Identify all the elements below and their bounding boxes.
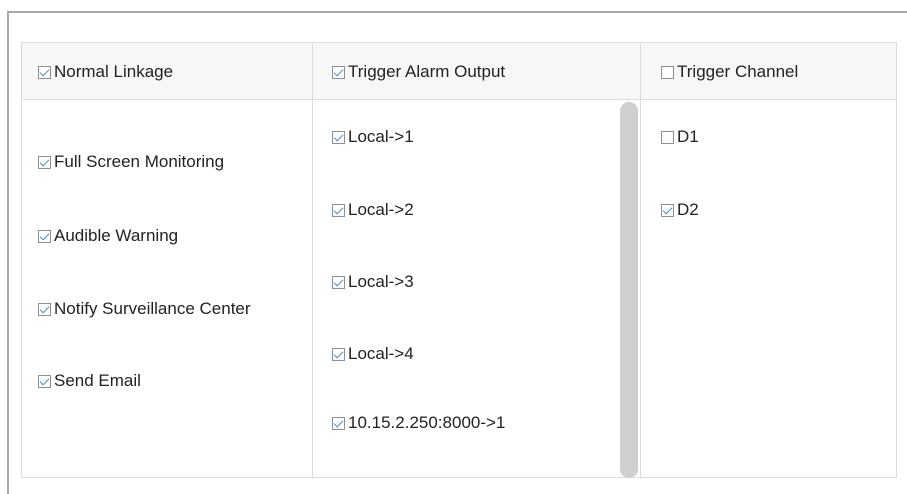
checkbox-icon [38,229,51,243]
full-screen-monitoring-checkbox[interactable]: Full Screen Monitoring [38,152,224,172]
channel-d2-label: D2 [677,200,699,219]
normal-linkage-label: Normal Linkage [54,62,174,81]
checkbox-icon [332,347,345,361]
checkbox-icon [661,203,674,217]
checkbox-icon [332,275,345,289]
trigger-alarm-output-label: Trigger Alarm Output [348,62,506,81]
alarm-output-remote-checkbox[interactable]: 10.15.2.250:8000->1 [332,413,505,433]
alarm-output-local-1-checkbox[interactable]: Local->1 [332,127,414,147]
checkbox-icon [661,65,674,79]
checkbox-icon [38,65,51,79]
send-email-label: Send Email [54,371,141,390]
channel-d1-label: D1 [677,127,699,146]
channel-d2-checkbox[interactable]: D2 [661,200,699,220]
checkbox-icon [332,65,345,79]
normal-linkage-checkbox[interactable]: Normal Linkage [38,62,173,82]
normal-linkage-column: Normal Linkage Full Screen Monitoring Au… [22,43,312,477]
trigger-channel-header: Trigger Channel [641,43,896,100]
notify-surveillance-center-label: Notify Surveillance Center [54,299,251,318]
trigger-channel-checkbox[interactable]: Trigger Channel [661,62,798,82]
trigger-alarm-output-column: Trigger Alarm Output Local->1 Local->2 L… [312,43,641,477]
linkage-table: Normal Linkage Full Screen Monitoring Au… [21,42,897,478]
alarm-output-local-2-label: Local->2 [348,200,414,219]
alarm-output-local-2-checkbox[interactable]: Local->2 [332,200,414,220]
alarm-output-local-4-checkbox[interactable]: Local->4 [332,344,414,364]
send-email-checkbox[interactable]: Send Email [38,371,141,391]
trigger-alarm-output-checkbox[interactable]: Trigger Alarm Output [332,62,505,82]
notify-surveillance-center-checkbox[interactable]: Notify Surveillance Center [38,299,251,319]
trigger-alarm-output-header: Trigger Alarm Output [313,43,641,100]
checkbox-icon [38,374,51,388]
alarm-output-remote-label: 10.15.2.250:8000->1 [348,413,506,432]
checkbox-icon [38,155,51,169]
audible-warning-label: Audible Warning [54,226,179,245]
alarm-output-scrollbar[interactable] [620,102,638,478]
alarm-output-local-4-label: Local->4 [348,344,414,363]
alarm-output-local-3-label: Local->3 [348,272,414,291]
audible-warning-checkbox[interactable]: Audible Warning [38,226,178,246]
trigger-channel-label: Trigger Channel [677,62,799,81]
checkbox-icon [332,416,345,430]
full-screen-monitoring-label: Full Screen Monitoring [54,152,225,171]
normal-linkage-header: Normal Linkage [22,43,312,100]
checkbox-icon [332,203,345,217]
alarm-output-local-3-checkbox[interactable]: Local->3 [332,272,414,292]
checkbox-icon [38,302,51,316]
channel-d1-checkbox[interactable]: D1 [661,127,699,147]
trigger-channel-column: Trigger Channel D1 D2 [640,43,896,477]
alarm-output-local-1-label: Local->1 [348,127,414,146]
checkbox-icon [661,130,674,144]
checkbox-icon [332,130,345,144]
